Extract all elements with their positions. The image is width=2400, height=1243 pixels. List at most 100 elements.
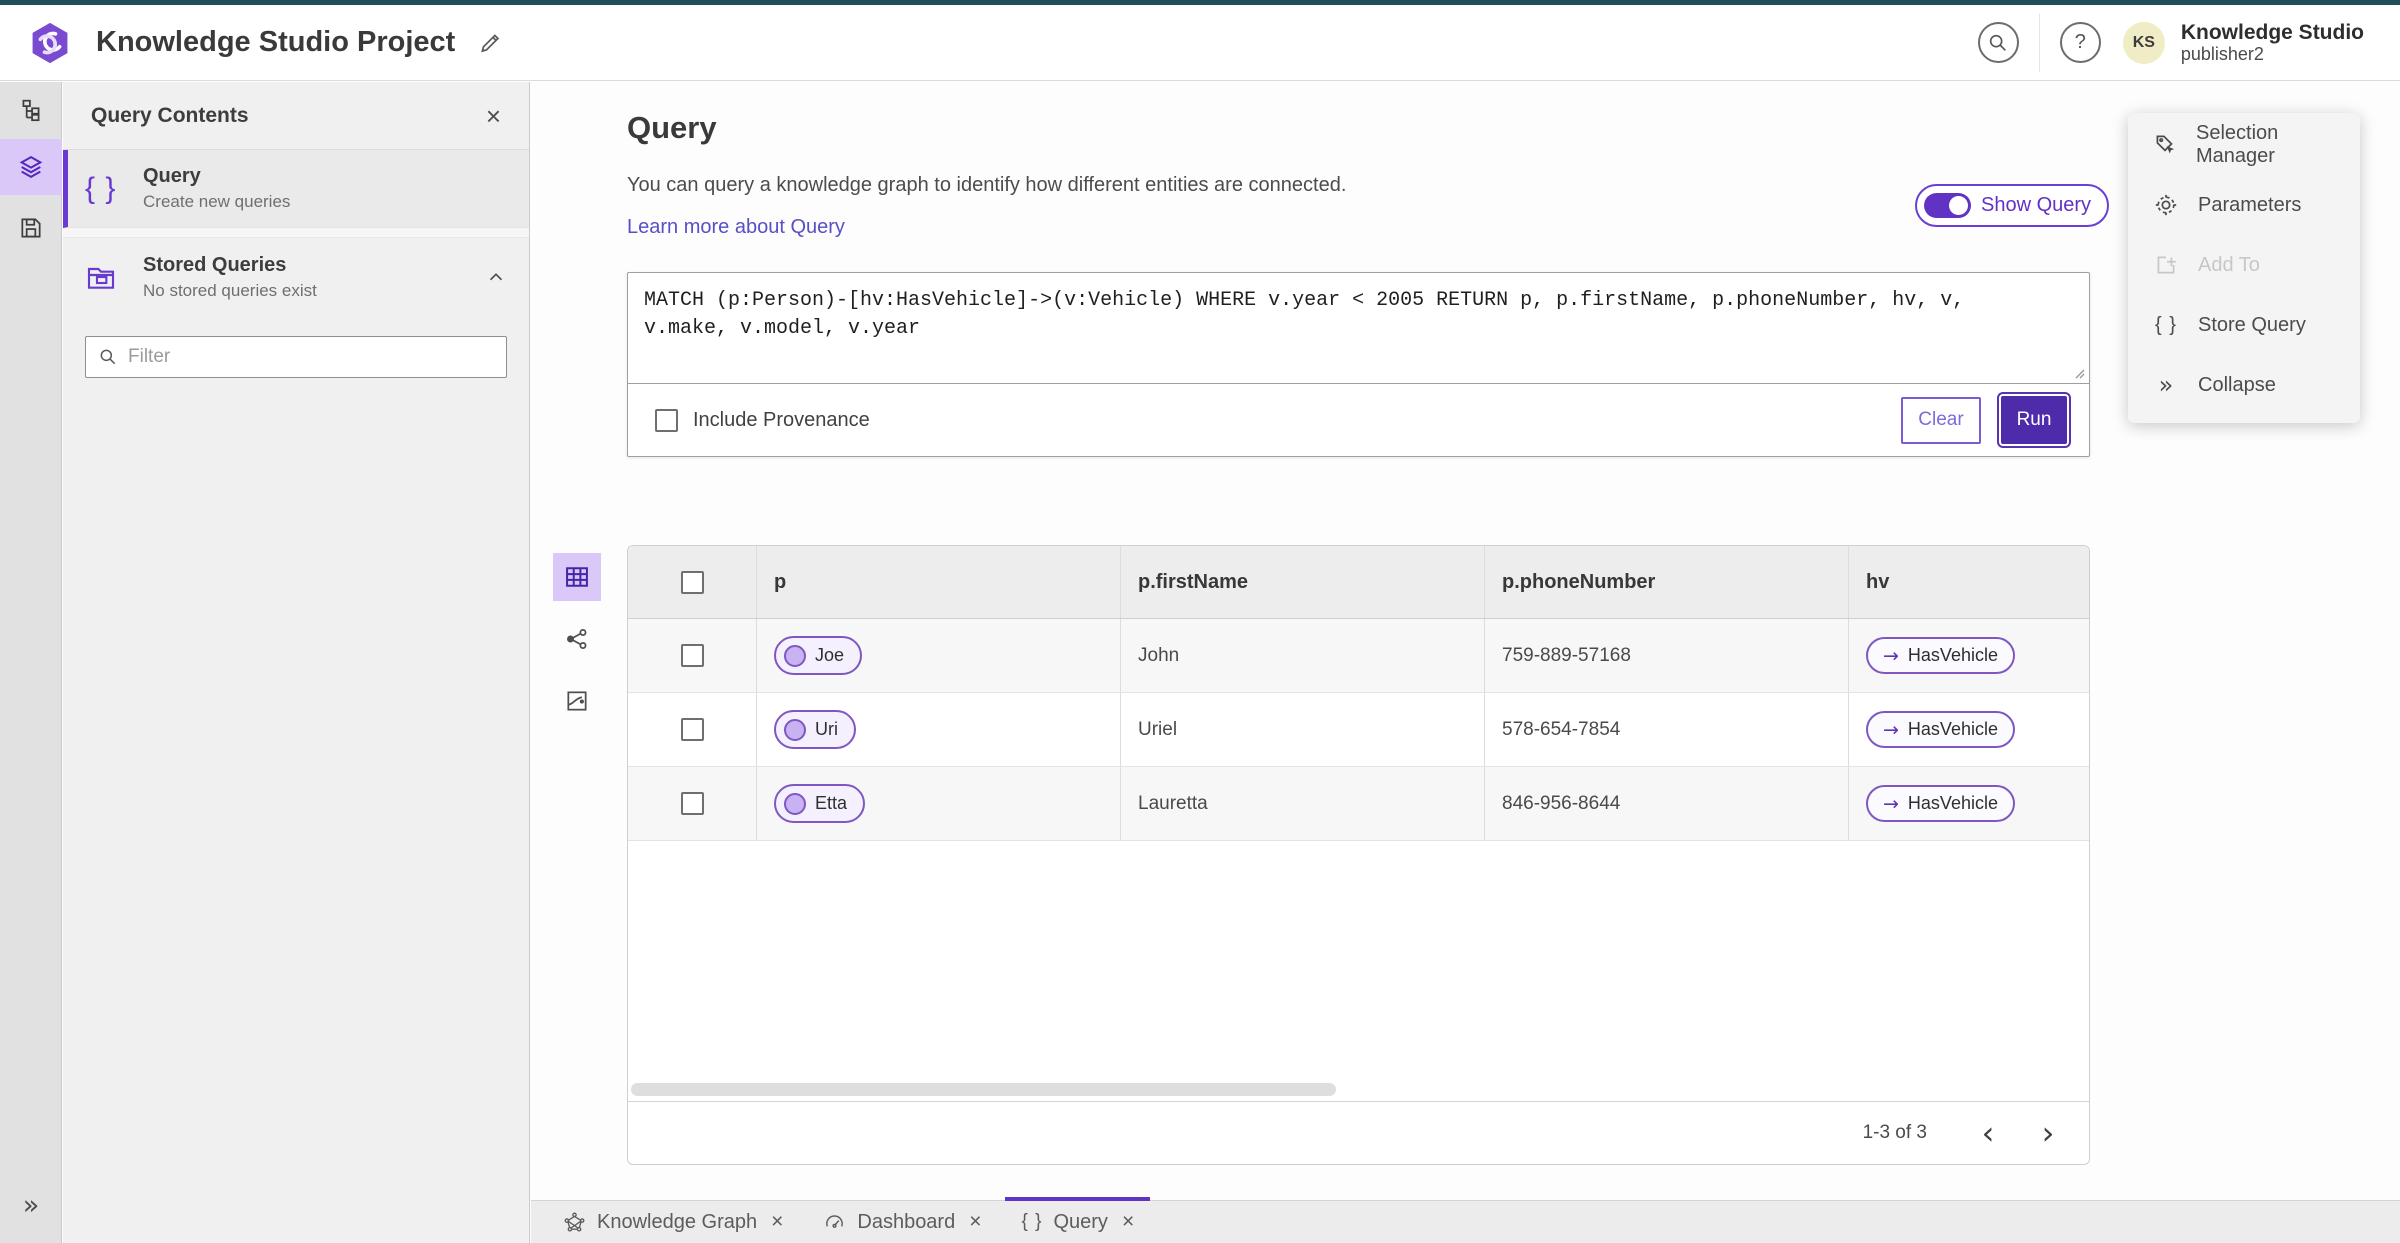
- column-header-hv: hv: [1848, 546, 2089, 618]
- chevrons-right-icon: »: [2158, 371, 2174, 399]
- filter-input[interactable]: [128, 346, 494, 368]
- panel-header: Query Contents ×: [63, 82, 529, 150]
- braces-icon: { }: [2155, 313, 2177, 336]
- arrow-right-icon: →: [1883, 718, 1899, 741]
- stored-queries-sublabel: No stored queries exist: [143, 280, 317, 300]
- braces-icon: { }: [1021, 1211, 1043, 1232]
- app-title: Knowledge Studio Project: [96, 26, 456, 58]
- dashboard-gauge-icon: [826, 1214, 844, 1228]
- selection-manager-icon: [2152, 132, 2178, 158]
- relationship-badge[interactable]: → HasVehicle: [1866, 785, 2015, 822]
- edit-title-button[interactable]: [477, 30, 503, 56]
- results-table: p p.firstName p.phoneNumber hv Joe John …: [627, 545, 2090, 1165]
- row-checkbox[interactable]: [680, 644, 704, 667]
- left-icon-rail: »: [0, 82, 62, 1243]
- node-badge[interactable]: Joe: [774, 636, 863, 675]
- query-contents-panel: Query Contents × { } Query Create new qu…: [63, 82, 530, 1243]
- store-query-button[interactable]: { } Store Query: [2128, 295, 2360, 355]
- close-tab-icon[interactable]: ×: [771, 1210, 783, 1234]
- add-to-button: Add To: [2128, 235, 2360, 295]
- run-button[interactable]: Run: [1997, 392, 2071, 448]
- search-icon: [100, 349, 116, 365]
- relationship-badge[interactable]: → HasVehicle: [1866, 711, 2015, 748]
- node-dot-icon: [784, 644, 806, 667]
- table-view-button[interactable]: [553, 553, 601, 601]
- help-button[interactable]: ?: [2059, 22, 2101, 63]
- gear-icon: [2152, 192, 2180, 218]
- collapse-panel-button[interactable]: » Collapse: [2128, 355, 2360, 415]
- braces-icon: { }: [85, 171, 117, 205]
- query-actions-panel: Selection Manager Parameters Add To {} …: [2128, 113, 2360, 423]
- cell-firstname: Uriel: [1120, 693, 1484, 766]
- clear-button[interactable]: Clear: [1901, 396, 1981, 444]
- main-content: Query You can query a knowledge graph to…: [531, 82, 2400, 1243]
- select-all-checkbox[interactable]: [680, 570, 704, 594]
- expand-rail-button[interactable]: »: [0, 1177, 62, 1233]
- show-query-toggle[interactable]: Show Query: [1915, 184, 2110, 227]
- selection-manager-button[interactable]: Selection Manager: [2128, 115, 2360, 175]
- cell-firstname: Lauretta: [1120, 767, 1484, 840]
- graph-view-button[interactable]: [553, 615, 601, 663]
- query-item-label: Query: [143, 165, 201, 187]
- query-textarea[interactable]: MATCH (p:Person)-[hv:HasVehicle]->(v:Veh…: [628, 273, 2089, 384]
- tab-knowledge-graph[interactable]: Knowledge Graph ×: [543, 1201, 803, 1243]
- stored-queries-label: Stored Queries: [143, 253, 287, 276]
- cell-phonenumber: 759-889-57168: [1484, 619, 1848, 692]
- avatar[interactable]: KS: [2122, 21, 2165, 64]
- parameters-button[interactable]: Parameters: [2128, 175, 2360, 235]
- arrow-right-icon: →: [1883, 792, 1899, 815]
- include-provenance-checkbox[interactable]: [655, 408, 678, 432]
- query-editor-box: MATCH (p:Person)-[hv:HasVehicle]->(v:Veh…: [627, 272, 2090, 457]
- collapse-section-button[interactable]: [485, 266, 507, 288]
- close-panel-button[interactable]: ×: [486, 103, 501, 129]
- network-icon: [567, 629, 587, 649]
- relationship-badge[interactable]: → HasVehicle: [1866, 637, 2015, 674]
- save-button[interactable]: [0, 200, 62, 256]
- user-info: Knowledge Studio publisher2: [2181, 21, 2364, 65]
- query-item-sublabel: Create new queries: [143, 192, 291, 211]
- query-description: You can query a knowledge graph to ident…: [627, 174, 1347, 196]
- stored-queries-folder-icon: [85, 261, 143, 293]
- table-row: Etta Lauretta 846-956-8644 → HasVehicle: [628, 767, 2089, 841]
- filter-field: [85, 336, 507, 378]
- toggle-knob: [1949, 196, 1968, 215]
- row-checkbox[interactable]: [680, 718, 704, 741]
- header-divider: [2038, 13, 2040, 72]
- table-row: Joe John 759-889-57168 → HasVehicle: [628, 619, 2089, 693]
- column-header-firstname: p.firstName: [1120, 546, 1484, 618]
- resize-grip-icon[interactable]: [2071, 365, 2085, 379]
- layers-icon: [19, 155, 43, 179]
- tab-dashboard[interactable]: Dashboard ×: [803, 1201, 1001, 1243]
- close-tab-icon[interactable]: ×: [969, 1210, 981, 1234]
- layers-view-button[interactable]: [0, 139, 62, 195]
- arrow-right-icon: →: [1883, 644, 1899, 667]
- hierarchy-view-button[interactable]: [0, 83, 62, 139]
- node-dot-icon: [784, 792, 806, 815]
- section-gap: [63, 228, 529, 238]
- save-icon: [21, 218, 41, 238]
- knowledge-graph-icon: [564, 1212, 585, 1232]
- show-query-label: Show Query: [1981, 194, 2092, 216]
- sidebar-item-query[interactable]: { } Query Create new queries: [63, 150, 529, 228]
- node-badge[interactable]: Etta: [774, 784, 866, 823]
- next-page-button[interactable]: ›: [2031, 1117, 2065, 1149]
- close-tab-icon[interactable]: ×: [1122, 1210, 1134, 1234]
- toggle-switch[interactable]: [1924, 193, 1971, 218]
- horizontal-scrollbar[interactable]: [631, 1083, 1336, 1096]
- search-icon: [1990, 34, 2007, 51]
- node-badge[interactable]: Uri: [774, 710, 856, 749]
- hierarchy-icon: [22, 99, 40, 122]
- user-name: Knowledge Studio: [2180, 20, 2364, 44]
- previous-page-button[interactable]: ‹: [1971, 1117, 2005, 1149]
- row-checkbox[interactable]: [680, 792, 704, 815]
- query-editor-footer: Include Provenance Clear Run: [628, 384, 2089, 456]
- pencil-icon: [481, 33, 500, 52]
- sidebar-item-stored-queries[interactable]: Stored Queries No stored queries exist: [63, 238, 529, 316]
- learn-more-link[interactable]: Learn more about Query: [627, 216, 845, 239]
- node-dot-icon: [784, 718, 806, 741]
- map-view-button[interactable]: [553, 677, 601, 725]
- search-button[interactable]: [1977, 22, 2019, 63]
- table-header-row: p p.firstName p.phoneNumber hv: [628, 546, 2089, 619]
- tab-query[interactable]: { } Query ×: [1001, 1197, 1154, 1243]
- query-heading: Query: [627, 110, 717, 145]
